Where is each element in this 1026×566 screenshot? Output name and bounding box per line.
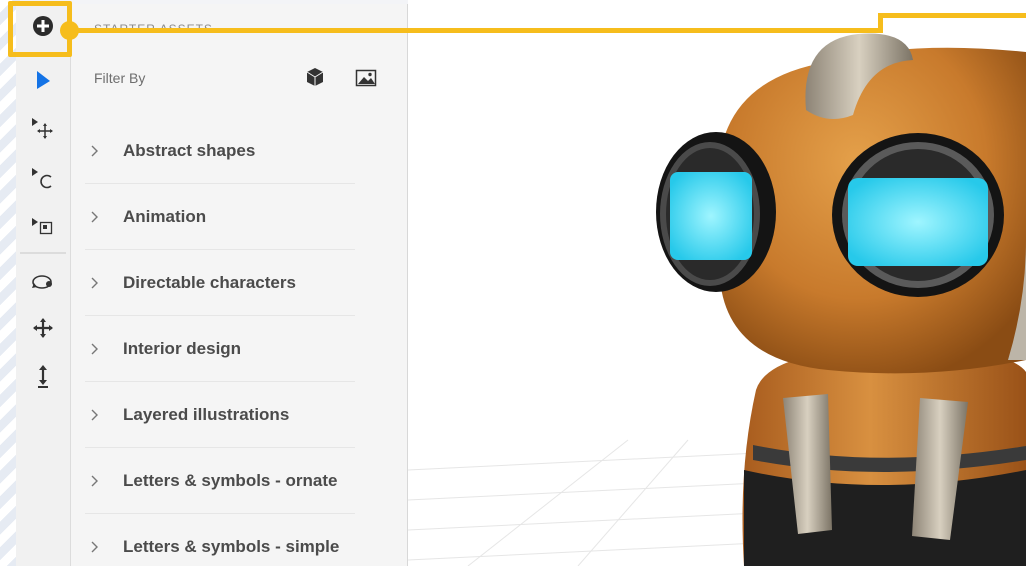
- list-item-label: Layered illustrations: [123, 404, 290, 424]
- rotate-tool-button[interactable]: [16, 158, 70, 198]
- robot-model: [408, 33, 1026, 566]
- select-tool-button[interactable]: [16, 60, 70, 100]
- list-item[interactable]: Directable characters: [85, 250, 355, 316]
- chevron-right-icon: [91, 277, 98, 289]
- filter-by-label: Filter By: [94, 70, 146, 86]
- chevron-right-icon: [91, 145, 98, 157]
- orbit-icon: [32, 275, 52, 289]
- tool-bar: [16, 4, 71, 566]
- move-icon: [32, 118, 53, 139]
- toolbar-divider: [20, 252, 66, 254]
- starter-assets-panel: STARTER ASSETS Filter By Abstract shapes…: [71, 4, 408, 566]
- dolly-icon: [38, 365, 48, 388]
- callout-anchor-dot: [60, 21, 79, 40]
- list-item-label: Abstract shapes: [123, 140, 256, 160]
- pan-icon: [33, 318, 53, 338]
- chevron-right-icon: [91, 343, 98, 355]
- move-tool-button[interactable]: [16, 108, 70, 148]
- list-item-label: Interior design: [123, 338, 242, 358]
- callout-connector-line: [70, 28, 882, 33]
- pan-tool-button[interactable]: [16, 308, 70, 348]
- list-item[interactable]: Interior design: [85, 316, 355, 382]
- list-item[interactable]: Letters & symbols - simple: [85, 514, 355, 566]
- orbit-tool-button[interactable]: [16, 262, 70, 302]
- cube-icon[interactable]: [304, 66, 326, 88]
- list-item-label: Animation: [123, 206, 207, 226]
- select-icon: [37, 71, 50, 89]
- chevron-right-icon: [91, 211, 98, 223]
- scale-tool-button[interactable]: [16, 206, 70, 246]
- chevron-right-icon: [91, 541, 98, 553]
- asset-category-list: Abstract shapes Animation Directable cha…: [85, 118, 355, 566]
- dolly-tool-button[interactable]: [16, 356, 70, 396]
- list-item[interactable]: Abstract shapes: [85, 118, 355, 184]
- list-item-label: Letters & symbols - simple: [123, 536, 340, 556]
- chevron-right-icon: [91, 409, 98, 421]
- rotate-icon: [32, 168, 52, 189]
- list-item[interactable]: Letters & symbols - ornate: [85, 448, 355, 514]
- callout-connector-top: [878, 13, 1026, 18]
- list-item-label: Letters & symbols - ornate: [123, 470, 338, 490]
- canvas-viewport[interactable]: [408, 0, 1026, 566]
- list-item-label: Directable characters: [123, 272, 296, 292]
- image-icon[interactable]: [355, 68, 377, 88]
- list-item[interactable]: Animation: [85, 184, 355, 250]
- chevron-right-icon: [91, 475, 98, 487]
- scale-icon: [32, 218, 53, 235]
- list-item[interactable]: Layered illustrations: [85, 382, 355, 448]
